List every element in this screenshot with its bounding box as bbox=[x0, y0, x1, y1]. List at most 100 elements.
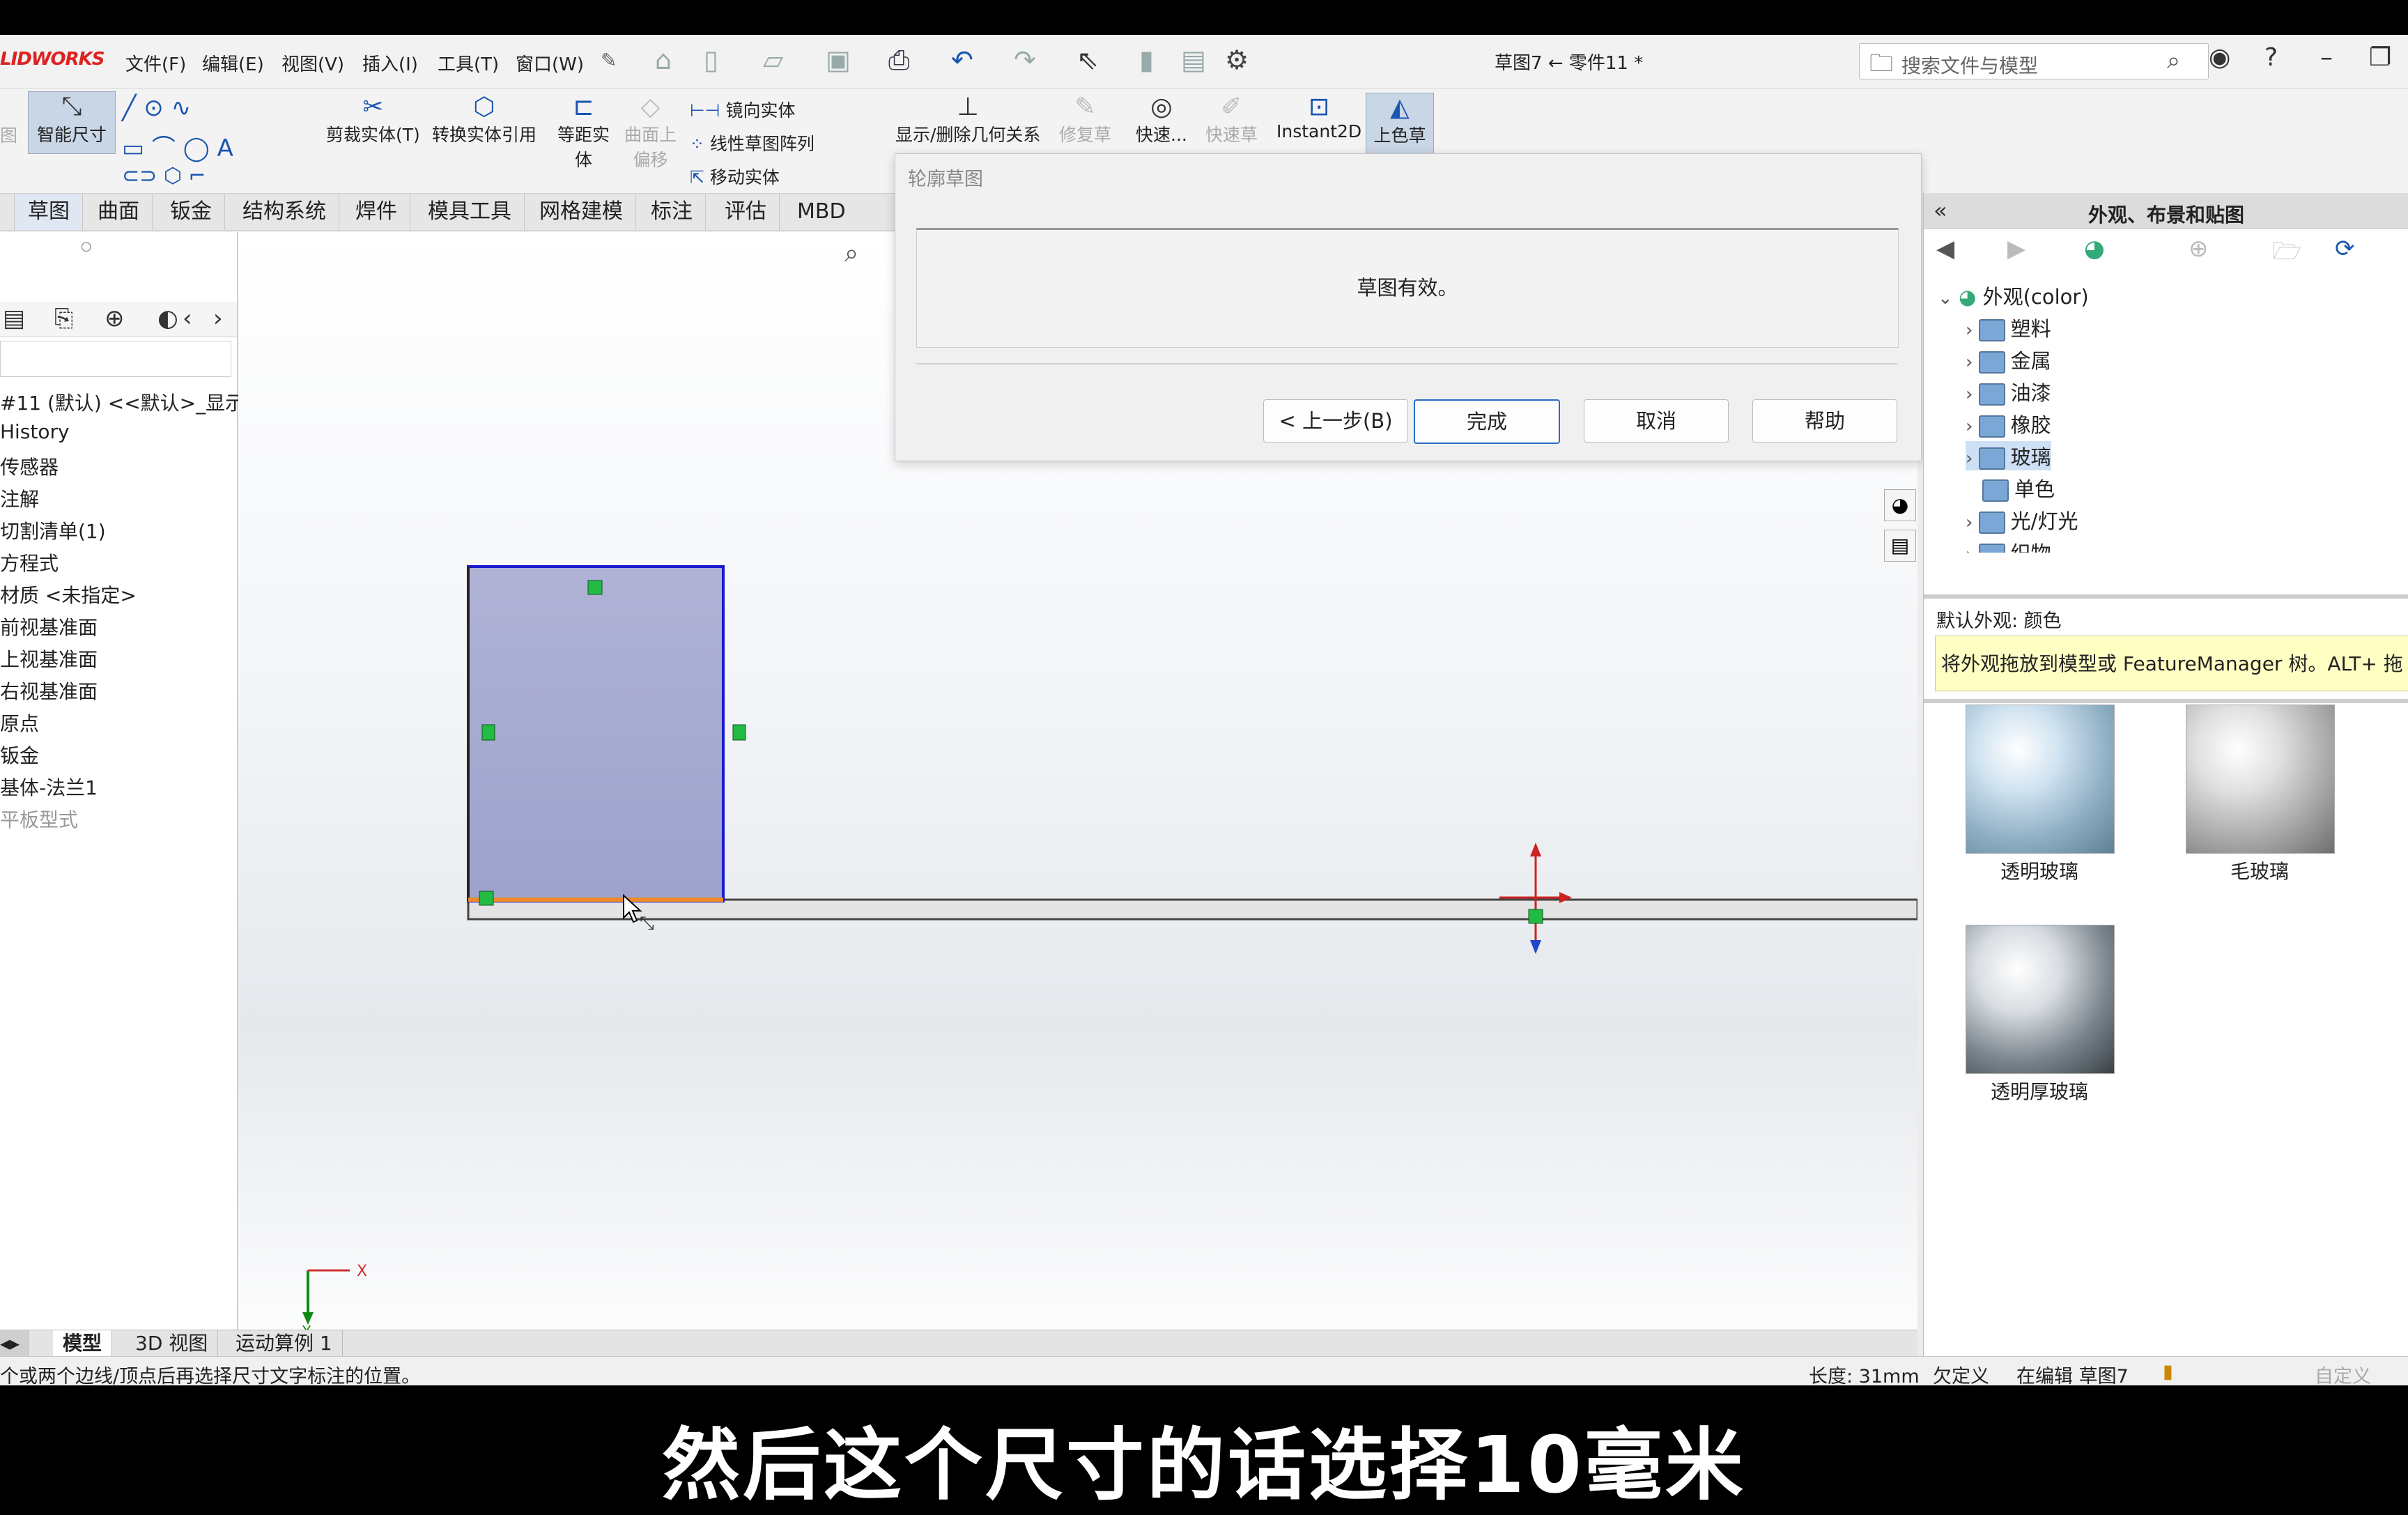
finish-button[interactable]: 完成 bbox=[1414, 399, 1560, 444]
tree-item-history[interactable]: History bbox=[0, 420, 70, 443]
tab-surfaces[interactable]: 曲面 bbox=[85, 194, 153, 230]
tab-mbd[interactable]: MBD Dime bbox=[785, 194, 899, 260]
rapid-sketch-button[interactable]: ✐ 快速草 bbox=[1205, 93, 1258, 146]
menu-edit[interactable]: 编辑(E) bbox=[202, 50, 264, 76]
scroll-left-icon[interactable]: ‹ bbox=[183, 305, 192, 332]
vertical-relation-icon-left[interactable] bbox=[481, 724, 495, 741]
origin-point-marker[interactable] bbox=[1528, 909, 1543, 924]
repair-sketch-button[interactable]: ✎ 修复草 bbox=[1059, 93, 1111, 146]
account-icon[interactable]: ◉ bbox=[2209, 43, 2230, 72]
tree-item-flat-pattern[interactable]: 平板型式 bbox=[0, 805, 78, 833]
tab-motion-study[interactable]: 运动算例 1 bbox=[226, 1330, 343, 1357]
help-icon[interactable]: ? bbox=[2264, 43, 2278, 72]
search-icon[interactable]: ⌕ bbox=[2167, 47, 2180, 75]
minimize-icon[interactable]: – bbox=[2320, 43, 2333, 72]
undo-icon[interactable]: ↶ bbox=[951, 45, 973, 75]
menu-window[interactable]: 窗口(W) bbox=[516, 50, 584, 76]
appearance-root[interactable]: ⌄ ◕ 外观(color) bbox=[1938, 281, 2089, 310]
feature-tree-tab-icon[interactable]: ▤ bbox=[3, 305, 25, 332]
line-icon[interactable]: ╱ ⊙ ∿ bbox=[122, 94, 191, 122]
folder-plastic[interactable]: › 塑料 bbox=[1966, 313, 2051, 342]
appearances-tab-icon[interactable]: ◕ bbox=[1884, 489, 1916, 521]
open-folder-icon[interactable]: 🗁 bbox=[2272, 235, 2301, 275]
folder-glass[interactable]: › 玻璃 bbox=[1966, 441, 2051, 470]
horizontal-relation-icon[interactable] bbox=[587, 580, 603, 595]
tree-item-top-plane[interactable]: 上视基准面 bbox=[0, 645, 98, 672]
mirror-entities-button[interactable]: ⊢⊣ 镜向实体 bbox=[690, 97, 796, 122]
shaded-sketch-contours-button[interactable]: ◭ 上色草 bbox=[1366, 93, 1434, 155]
cancel-button[interactable]: 取消 bbox=[1584, 399, 1729, 443]
vertical-relation-icon-right[interactable] bbox=[732, 724, 746, 741]
pin-icon[interactable]: ✎ bbox=[601, 49, 617, 72]
back-nav-icon[interactable]: ◀ bbox=[1936, 235, 1954, 263]
move-entities-button[interactable]: ⇱ 移动实体 bbox=[690, 164, 780, 189]
tab-model[interactable]: 模型 bbox=[53, 1330, 113, 1357]
save-icon[interactable]: ▣ bbox=[826, 45, 851, 75]
scroll-right-icon[interactable]: › bbox=[213, 305, 223, 332]
display-manager-tab-icon[interactable]: ◐ bbox=[157, 305, 178, 332]
tree-item-front-plane[interactable]: 前视基准面 bbox=[0, 613, 98, 640]
tree-root-part[interactable]: #11 (默认) <<默认>_显示状 bbox=[0, 388, 264, 416]
menu-view[interactable]: 视图(V) bbox=[281, 50, 344, 76]
tree-item-sheet-metal[interactable]: 钣金 bbox=[0, 741, 39, 769]
help-button[interactable]: 帮助 bbox=[1752, 399, 1897, 443]
frosted-glass-swatch[interactable] bbox=[2186, 705, 2335, 854]
tab-weldments[interactable]: 焊件 bbox=[343, 194, 410, 230]
folder-solid-color[interactable]: 单色 bbox=[1982, 473, 2055, 502]
status-custom[interactable]: 自定义 bbox=[2315, 1361, 2371, 1385]
slot-icon[interactable]: ⊂⊃ ⬡ ⌐ bbox=[122, 164, 206, 188]
pane-splitter[interactable] bbox=[1924, 594, 2408, 599]
tree-item-cut-list[interactable]: 切割清单(1) bbox=[0, 516, 106, 544]
home-icon[interactable]: ⌂ bbox=[655, 45, 672, 75]
tree-item-origin[interactable]: 原点 bbox=[0, 709, 39, 737]
tree-item-equations[interactable]: 方程式 bbox=[0, 548, 59, 576]
tab-mesh-modeling[interactable]: 网格建模 bbox=[527, 194, 636, 230]
tab-mold-tools[interactable]: 模具工具 bbox=[415, 194, 525, 230]
rectangle-icon[interactable]: ▭ ⌒ ◯ A bbox=[122, 129, 233, 163]
coincident-relation-icon[interactable] bbox=[479, 891, 494, 906]
offset-entities-button[interactable]: ⊏ 等距实 体 bbox=[557, 93, 610, 171]
open-file-icon[interactable]: ▱ bbox=[763, 45, 783, 75]
trim-button[interactable]: ✂ 剪裁实体(T) bbox=[326, 93, 420, 146]
file-props-icon[interactable]: ▤ bbox=[1181, 45, 1206, 75]
tab-evaluate[interactable]: 评估 bbox=[712, 194, 780, 230]
tree-item-material[interactable]: 材质 <未指定> bbox=[0, 580, 137, 608]
folder-fabric[interactable]: › 织物 bbox=[1966, 537, 2051, 553]
tab-sheet-metal[interactable]: 钣金 bbox=[157, 194, 225, 230]
panel-grip-icon[interactable]: ○ bbox=[81, 239, 92, 254]
tab-3d-views[interactable]: 3D 视图 bbox=[125, 1330, 219, 1357]
tab-overflow[interactable] bbox=[0, 194, 15, 230]
menu-tools[interactable]: 工具(T) bbox=[438, 50, 499, 76]
instant2d-button[interactable]: ⊡ Instant2D bbox=[1276, 93, 1361, 141]
tree-item-sensors[interactable]: 传感器 bbox=[0, 452, 59, 480]
menu-insert[interactable]: 插入(I) bbox=[362, 50, 418, 76]
surface-offset-button[interactable]: ◇ 曲面上 偏移 bbox=[624, 93, 677, 171]
tree-item-annotations[interactable]: 注解 bbox=[0, 484, 39, 512]
property-manager-tab-icon[interactable]: ⎘ bbox=[54, 305, 73, 332]
rebuild-icon[interactable]: ▮ bbox=[1139, 45, 1154, 75]
folder-rubber[interactable]: › 橡胶 bbox=[1966, 409, 2051, 438]
custom-properties-tab-icon[interactable]: ▤ bbox=[1884, 530, 1916, 562]
add-folder-icon[interactable]: ⊕ bbox=[2189, 235, 2209, 263]
rebuild-status-icon[interactable]: ▮ bbox=[2163, 1361, 2173, 1383]
quick-snaps-button[interactable]: ◎ 快速... bbox=[1136, 93, 1187, 146]
tree-item-base-flange[interactable]: 基体-法兰1 bbox=[0, 773, 98, 801]
new-file-icon[interactable]: ▯ bbox=[704, 45, 718, 75]
folder-light[interactable]: › 光/灯光 bbox=[1966, 505, 2078, 535]
forward-nav-icon[interactable]: ▶ bbox=[2007, 235, 2025, 263]
config-manager-tab-icon[interactable]: ⊕ bbox=[105, 305, 125, 332]
smart-dimension-button[interactable]: ⤡ 智能尺寸 bbox=[28, 91, 116, 154]
tab-scroll-icon[interactable]: ◂▸ bbox=[0, 1330, 29, 1357]
filter-field[interactable] bbox=[0, 341, 231, 377]
folder-metal[interactable]: › 金属 bbox=[1966, 345, 2051, 374]
menu-file[interactable]: 文件(F) bbox=[125, 50, 186, 76]
select-cursor-icon[interactable]: ⇖ bbox=[1076, 45, 1099, 75]
print-icon[interactable]: ⎙ bbox=[888, 45, 909, 76]
tab-structure-system[interactable]: 结构系统 bbox=[230, 194, 339, 230]
clear-thick-glass-swatch[interactable] bbox=[1966, 925, 2115, 1074]
sketch-rectangle[interactable] bbox=[467, 565, 725, 902]
tab-markup[interactable]: 标注 bbox=[638, 194, 706, 230]
restore-icon[interactable]: ❐ bbox=[2369, 43, 2391, 72]
refresh-icon[interactable]: ⟳ bbox=[2335, 235, 2355, 263]
clear-glass-swatch[interactable] bbox=[1966, 705, 2115, 854]
